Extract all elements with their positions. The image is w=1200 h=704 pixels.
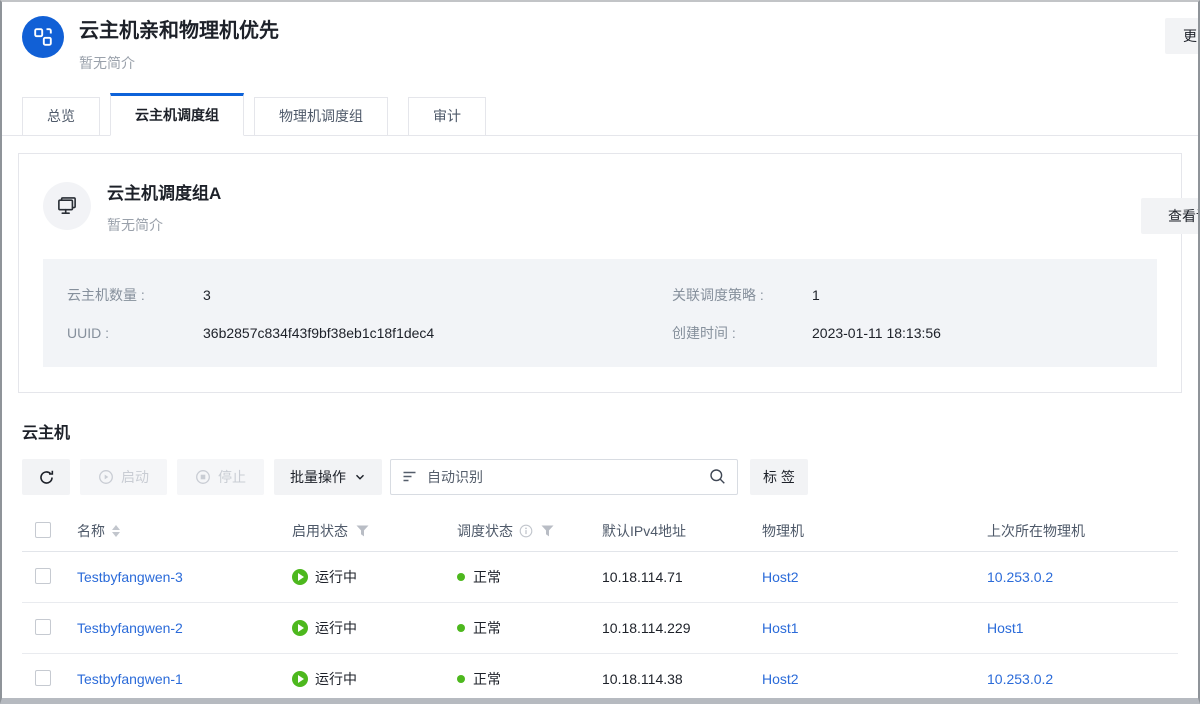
status-dot-icon bbox=[457, 573, 465, 581]
page-title: 云主机亲和物理机优先 bbox=[79, 16, 279, 46]
info-label: 创建时间 : bbox=[672, 324, 812, 342]
info-policy-count: 关联调度策略 : 1 bbox=[600, 286, 1133, 304]
chevron-down-icon bbox=[354, 471, 366, 483]
app-window: 云主机亲和物理机优先 暂无简介 更多 总览 云主机调度组 物理机调度组 审计 云… bbox=[0, 0, 1200, 704]
table-row: Testbyfangwen-1 运行中 正常 10.18.114.38 Host… bbox=[22, 654, 1178, 704]
view-detail-button[interactable]: 查看详情 bbox=[1141, 198, 1200, 234]
page-header: 云主机亲和物理机优先 暂无简介 bbox=[2, 2, 1198, 73]
group-title: 云主机调度组A bbox=[107, 182, 221, 206]
running-play-icon bbox=[292, 620, 308, 636]
vm-ip: 10.18.114.71 bbox=[602, 569, 683, 585]
search-icon[interactable] bbox=[709, 468, 726, 490]
info-uuid: UUID : 36b2857c834f43f9bf38eb1c18f1dec4 bbox=[67, 324, 600, 342]
scheduler-group-icon bbox=[22, 16, 64, 58]
stop-button-label: 停止 bbox=[218, 467, 246, 487]
select-all-checkbox[interactable] bbox=[35, 522, 51, 538]
sched-state-text: 正常 bbox=[473, 618, 501, 638]
enable-state-text: 运行中 bbox=[315, 567, 357, 587]
running-play-icon bbox=[292, 569, 308, 585]
group-subtitle: 暂无简介 bbox=[107, 215, 221, 235]
info-value: 3 bbox=[203, 286, 211, 304]
tab-vm-scheduling-group[interactable]: 云主机调度组 bbox=[110, 93, 244, 136]
table-row: Testbyfangwen-3 运行中 正常 10.18.114.71 Host… bbox=[22, 552, 1178, 603]
enable-state-text: 运行中 bbox=[315, 669, 357, 689]
last-host-link[interactable]: 10.253.0.2 bbox=[987, 569, 1053, 585]
last-host-link[interactable]: Host1 bbox=[987, 620, 1024, 636]
vm-name-link[interactable]: Testbyfangwen-1 bbox=[77, 671, 183, 687]
group-info-strip: 云主机数量 : 3 关联调度策略 : 1 UUID : 36b2857c834f… bbox=[43, 259, 1157, 367]
running-play-icon bbox=[292, 671, 308, 687]
info-label: 云主机数量 : bbox=[67, 286, 203, 304]
vm-section-title: 云主机 bbox=[22, 419, 1178, 443]
refresh-button[interactable] bbox=[22, 459, 70, 495]
row-checkbox[interactable] bbox=[35, 619, 51, 635]
stop-circle-icon bbox=[195, 469, 211, 485]
host-link[interactable]: Host1 bbox=[762, 620, 799, 636]
tab-host-scheduling-group[interactable]: 物理机调度组 bbox=[254, 97, 388, 135]
status-dot-icon bbox=[457, 624, 465, 632]
host-link[interactable]: Host2 bbox=[762, 569, 799, 585]
page-subtitle: 暂无简介 bbox=[79, 53, 279, 73]
play-circle-icon bbox=[98, 469, 114, 485]
last-host-link[interactable]: 10.253.0.2 bbox=[987, 671, 1053, 687]
batch-actions-label: 批量操作 bbox=[290, 467, 346, 487]
refresh-icon bbox=[38, 469, 55, 486]
col-sched-state-label: 调度状态 bbox=[457, 521, 513, 541]
col-ip-label: 默认IPv4地址 bbox=[602, 521, 686, 541]
funnel-filter-icon[interactable] bbox=[356, 525, 369, 537]
enable-state-text: 运行中 bbox=[315, 618, 357, 638]
sort-icon[interactable] bbox=[112, 525, 120, 537]
info-value: 1 bbox=[812, 286, 820, 304]
sched-state-text: 正常 bbox=[473, 669, 501, 689]
tag-button[interactable]: 标 签 bbox=[750, 459, 808, 495]
scheduling-group-card: 云主机调度组A 暂无简介 云主机数量 : 3 关联调度策略 : 1 UUID :… bbox=[18, 153, 1182, 393]
batch-actions-button[interactable]: 批量操作 bbox=[274, 459, 382, 495]
more-button[interactable]: 更多 bbox=[1165, 18, 1200, 54]
info-vm-count: 云主机数量 : 3 bbox=[67, 286, 600, 304]
table-row: Testbyfangwen-2 运行中 正常 10.18.114.229 Hos… bbox=[22, 603, 1178, 654]
info-create-time: 创建时间 : 2023-01-11 18:13:56 bbox=[600, 324, 1133, 342]
tab-audit[interactable]: 审计 bbox=[408, 97, 486, 135]
table-header-row: 名称 启用状态 调度状态 bbox=[22, 511, 1178, 552]
info-circle-icon[interactable] bbox=[519, 524, 533, 538]
sched-state-text: 正常 bbox=[473, 567, 501, 587]
vm-monitors-icon bbox=[43, 182, 91, 230]
host-link[interactable]: Host2 bbox=[762, 671, 799, 687]
tab-bar: 总览 云主机调度组 物理机调度组 审计 bbox=[2, 93, 1198, 136]
info-value: 36b2857c834f43f9bf38eb1c18f1dec4 bbox=[203, 324, 434, 342]
search-input[interactable] bbox=[390, 459, 738, 495]
info-value: 2023-01-11 18:13:56 bbox=[812, 324, 941, 342]
start-button-label: 启动 bbox=[121, 467, 149, 487]
funnel-filter-icon[interactable] bbox=[541, 525, 554, 537]
vm-table: 名称 启用状态 调度状态 bbox=[2, 511, 1198, 704]
vm-name-link[interactable]: Testbyfangwen-2 bbox=[77, 620, 183, 636]
vm-toolbar: 启动 停止 批量操作 bbox=[22, 459, 1178, 495]
status-dot-icon bbox=[457, 675, 465, 683]
info-label: UUID : bbox=[67, 324, 203, 342]
start-button[interactable]: 启动 bbox=[80, 459, 167, 495]
stop-button[interactable]: 停止 bbox=[177, 459, 264, 495]
filter-lines-icon bbox=[402, 469, 417, 489]
tab-overview[interactable]: 总览 bbox=[22, 97, 100, 135]
vm-ip: 10.18.114.38 bbox=[602, 671, 683, 687]
row-checkbox[interactable] bbox=[35, 670, 51, 686]
col-enable-state-label: 启用状态 bbox=[292, 521, 348, 541]
col-name-label: 名称 bbox=[77, 521, 105, 541]
info-label: 关联调度策略 : bbox=[672, 286, 812, 304]
search-box bbox=[390, 459, 738, 495]
vm-ip: 10.18.114.229 bbox=[602, 620, 691, 636]
col-last-host-label: 上次所在物理机 bbox=[987, 521, 1085, 541]
col-host-label: 物理机 bbox=[762, 521, 804, 541]
row-checkbox[interactable] bbox=[35, 568, 51, 584]
vm-name-link[interactable]: Testbyfangwen-3 bbox=[77, 569, 183, 585]
